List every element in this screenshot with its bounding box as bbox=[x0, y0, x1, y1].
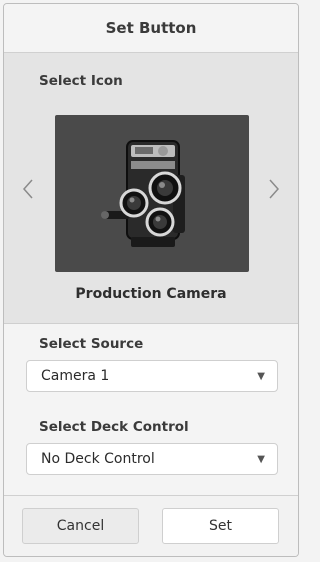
chevron-down-icon: ▼ bbox=[257, 370, 265, 382]
deck-control-dropdown[interactable]: No Deck Control ▼ bbox=[26, 443, 278, 475]
chevron-right-icon bbox=[269, 179, 280, 199]
cancel-button[interactable]: Cancel bbox=[22, 508, 139, 544]
dialog-footer: Cancel Set bbox=[4, 495, 298, 556]
source-dropdown[interactable]: Camera 1 ▼ bbox=[26, 360, 278, 392]
select-deck-control-group: Select Deck Control No Deck Control ▼ bbox=[26, 419, 278, 475]
set-button-dialog: Set Button Select Icon Production Camera… bbox=[3, 3, 299, 557]
chevron-down-icon: ▼ bbox=[257, 453, 265, 465]
production-camera-icon bbox=[101, 140, 185, 247]
set-button[interactable]: Set bbox=[162, 508, 279, 544]
dialog-title: Set Button bbox=[105, 19, 197, 37]
select-source-group: Select Source Camera 1 ▼ bbox=[26, 336, 278, 392]
previous-icon-button[interactable] bbox=[18, 171, 38, 207]
source-dropdown-value: Camera 1 bbox=[41, 368, 110, 384]
chevron-left-icon bbox=[22, 179, 33, 199]
select-deck-control-label: Select Deck Control bbox=[39, 419, 189, 435]
icon-preview bbox=[55, 115, 249, 272]
icon-selector-panel: Select Icon Production Camera bbox=[4, 53, 298, 324]
selected-icon-name: Production Camera bbox=[75, 286, 227, 302]
select-icon-label: Select Icon bbox=[39, 73, 123, 89]
deck-control-dropdown-value: No Deck Control bbox=[41, 451, 155, 467]
select-source-label: Select Source bbox=[39, 336, 144, 352]
dialog-titlebar: Set Button bbox=[4, 4, 298, 53]
next-icon-button[interactable] bbox=[264, 171, 284, 207]
